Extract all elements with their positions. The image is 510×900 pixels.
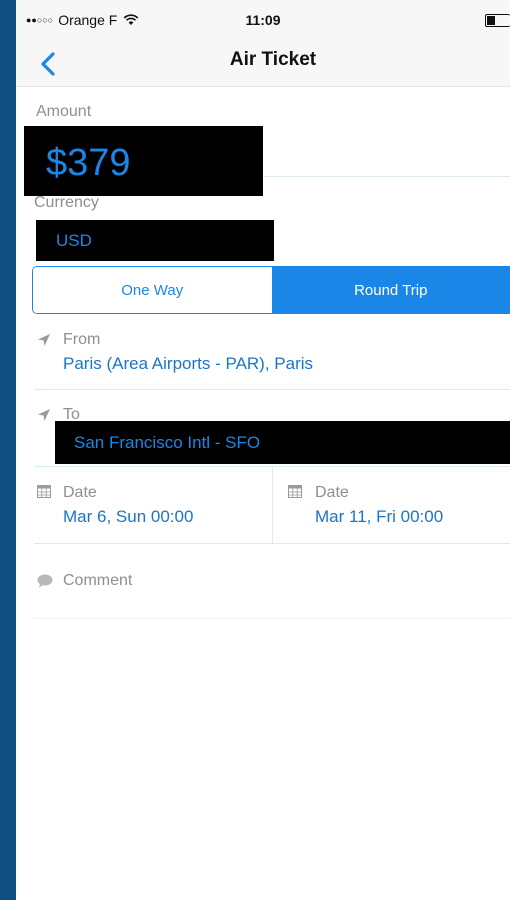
phone-screen: ●●○○○ Orange F 11:09 Air Ticket Amount $… [16,0,510,900]
back-chevron-icon[interactable] [36,50,60,78]
speech-bubble-icon [37,574,53,588]
round-trip-button[interactable]: Round Trip [271,267,510,313]
currency-label: Currency [34,194,99,211]
battery-icon [485,14,510,27]
divider [34,543,510,544]
status-bar: ●●○○○ Orange F 11:09 [16,0,510,42]
to-field[interactable]: San Francisco Intl - SFO [74,433,260,453]
from-field[interactable]: Paris (Area Airports - PAR), Paris [63,354,313,374]
page-title: Air Ticket [229,49,317,70]
divider [263,176,510,177]
currency-select[interactable]: USD [56,231,92,251]
from-label: From [63,331,101,348]
depart-date-label: Date [63,484,97,501]
divider [34,389,510,390]
date-column-divider [272,466,273,543]
amount-input[interactable]: $379 [46,142,131,185]
location-arrow-icon [38,409,50,421]
calendar-icon [37,485,51,498]
location-arrow-icon [38,334,50,346]
one-way-button[interactable]: One Way [33,267,272,313]
trip-type-segmented-control: One Way Round Trip [32,266,510,314]
calendar-icon [288,485,302,498]
amount-label: Amount [36,103,92,120]
depart-date-field[interactable]: Mar 6, Sun 00:00 [63,507,193,527]
return-date-field[interactable]: Mar 11, Fri 00:00 [315,507,443,527]
return-date-label: Date [315,484,349,501]
nav-bar: Air Ticket [16,42,510,87]
divider [34,618,510,619]
comment-field[interactable]: Comment [63,572,132,590]
status-time: 11:09 [245,12,281,28]
